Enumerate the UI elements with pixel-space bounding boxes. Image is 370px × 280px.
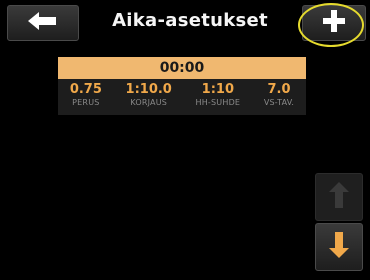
stat-label: VS-TAV. [263, 98, 295, 107]
page-title: Aika-asetukset [112, 10, 268, 31]
stat-hh-suhde: 1:10 HH-SUHDE [196, 79, 241, 108]
timer-value: 00:00 [58, 57, 306, 79]
timer-panel[interactable]: 00:00 0.75 PERUS 1:10.0 KORJAUS 1:10 HH-… [58, 57, 306, 115]
arrow-down-icon [329, 232, 349, 262]
stat-label: KORJAUS [130, 98, 168, 107]
stat-value: 0.75 [69, 82, 102, 97]
scroll-down-button[interactable] [315, 223, 363, 271]
stat-value: 7.0 [267, 82, 291, 97]
stat-perus: 0.75 PERUS [70, 79, 102, 108]
stat-value: 1:10.0 [125, 82, 172, 97]
timer-stats: 0.75 PERUS 1:10.0 KORJAUS 1:10 HH-SUHDE … [58, 79, 306, 115]
arrow-left-icon [28, 12, 58, 34]
stat-label: HH-SUHDE [195, 98, 241, 107]
stat-korjaus: 1:10.0 KORJAUS [126, 79, 172, 108]
stat-label: PERUS [72, 98, 100, 107]
top-bar: Aika-asetukset [0, 0, 370, 47]
stat-vs-tav: 7.0 VS-TAV. [264, 79, 294, 108]
highlight-circle [298, 3, 364, 47]
arrow-up-icon [329, 182, 349, 212]
back-button[interactable] [7, 5, 79, 41]
stat-value: 1:10 [201, 82, 235, 97]
scroll-up-button[interactable] [315, 173, 363, 221]
